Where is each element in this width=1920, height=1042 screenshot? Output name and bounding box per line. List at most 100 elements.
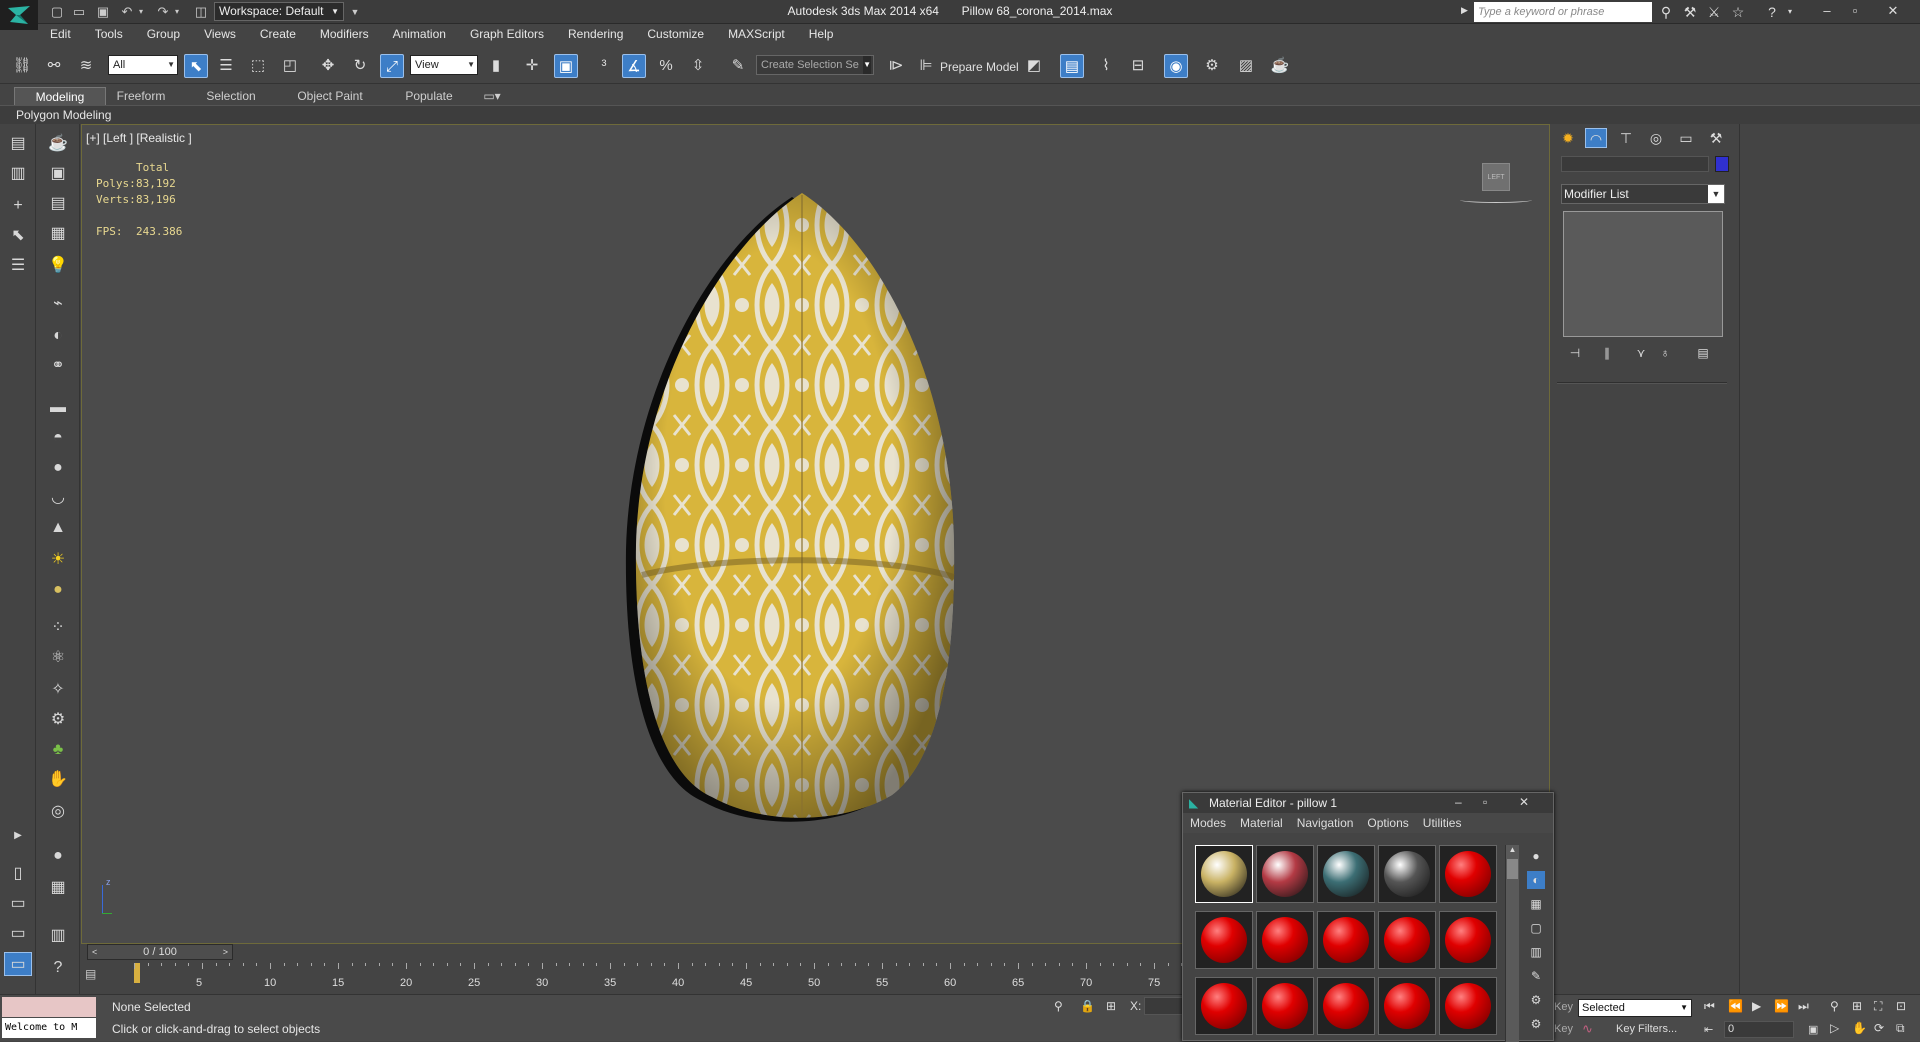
menu-item[interactable]: Customize [635, 24, 716, 45]
render-frame-icon[interactable]: ▣ [44, 162, 72, 186]
select-object-icon[interactable]: ⬉ [184, 54, 208, 78]
menu-item[interactable]: Tools [83, 24, 135, 45]
select-by-name-icon[interactable]: ☰ [214, 54, 238, 78]
bind-space-warp-icon[interactable]: ≋ [74, 54, 98, 78]
sphere-material-icon[interactable]: ● [44, 844, 72, 868]
menu-item[interactable]: Create [248, 24, 308, 45]
mat-menu-item[interactable]: Modes [1183, 813, 1233, 833]
communication-center-icon[interactable]: ⚔ [1704, 3, 1724, 21]
light-bulb-icon[interactable]: 💡 [44, 254, 72, 278]
menu-item[interactable]: Graph Editors [458, 24, 556, 45]
make-preview-icon[interactable]: ✎ [1527, 967, 1545, 985]
select-manipulate-icon[interactable]: ✛ [520, 54, 544, 78]
named-selection-sets-dropdown[interactable]: Create Selection Se ▼ [756, 55, 874, 75]
menu-item[interactable]: Views [192, 24, 248, 45]
show-end-result-icon[interactable]: ∥ [1597, 344, 1617, 362]
scene-explorer-icon[interactable]: ▤ [4, 132, 32, 156]
key-mode-dropdown[interactable]: Selected ▼ [1578, 999, 1692, 1017]
maximize-icon[interactable]: ▫ [1842, 2, 1868, 20]
material-slot-scrollbar[interactable]: ▲ [1505, 845, 1519, 1042]
backlight-icon[interactable]: ◐ [1527, 871, 1545, 889]
tab-object-paint[interactable]: Object Paint [288, 87, 372, 105]
help-circle-icon[interactable]: ? [44, 956, 72, 980]
mini-curve-editor-icon[interactable]: ▤ [85, 967, 103, 985]
options-icon[interactable]: ⚙ [1527, 991, 1545, 1009]
motion-panel-icon[interactable]: ◎ [1645, 128, 1667, 148]
percent-snap-icon[interactable]: % [654, 54, 678, 78]
configure-modifier-sets-icon[interactable]: ▤ [1693, 344, 1713, 362]
zoom-all-icon[interactable]: ⊞ [1852, 999, 1862, 1013]
material-slot[interactable] [1195, 977, 1253, 1035]
polygon-modeling-panel[interactable]: Polygon Modeling [16, 108, 111, 122]
orbit-icon[interactable]: ⟳ [1874, 1021, 1884, 1035]
material-slot[interactable] [1195, 845, 1253, 903]
search-expand-icon[interactable]: ▶ [1461, 5, 1468, 16]
create-plus-icon[interactable]: + [4, 194, 32, 218]
binoculars-search-icon[interactable]: ⚲ [1656, 3, 1676, 21]
scroll-up-icon[interactable]: ▲ [1506, 845, 1519, 857]
rectangular-selection-icon[interactable]: ⬚ [246, 54, 270, 78]
render-setup-icon[interactable]: ⚙ [1200, 54, 1224, 78]
make-unique-icon[interactable]: ⋎ [1631, 344, 1651, 362]
sample-uv-tiling-icon[interactable]: ▢ [1527, 919, 1545, 937]
material-editor-titlebar[interactable]: ◣ Material Editor - pillow 1 ‒ ▫ ✕ [1183, 793, 1553, 813]
keyboard-shortcut-override-icon[interactable]: ▣ [554, 54, 578, 78]
app-logo-button[interactable] [0, 0, 38, 30]
selection-lock-icon[interactable]: 🔒 [1080, 999, 1095, 1013]
mat-menu-item[interactable]: Navigation [1290, 813, 1361, 833]
tab-populate[interactable]: Populate [392, 87, 466, 105]
material-slot[interactable] [1256, 977, 1314, 1035]
mat-menu-item[interactable]: Material [1233, 813, 1290, 833]
menu-item[interactable]: Rendering [556, 24, 635, 45]
mat-menu-item[interactable]: Utilities [1416, 813, 1469, 833]
list-tool-icon[interactable]: ☰ [4, 254, 32, 278]
maximize-icon[interactable]: ▫ [1483, 795, 1487, 809]
material-slot[interactable] [1378, 911, 1436, 969]
ribbon-options-icon[interactable]: ▭▾ [480, 87, 504, 105]
selection-filter-dropdown[interactable]: All ▼ [108, 55, 178, 75]
material-slot[interactable] [1439, 977, 1497, 1035]
viewport-layout-2-icon[interactable]: ▭ [4, 892, 32, 916]
hand-icon[interactable]: ✋ [44, 768, 72, 792]
helper-icon[interactable]: ✧ [44, 678, 72, 702]
coord-x-field[interactable] [1144, 997, 1184, 1015]
sound-icon[interactable]: ◐ [44, 324, 72, 348]
material-slot[interactable] [1317, 845, 1375, 903]
maximize-viewport-icon[interactable]: ⧉ [1896, 1021, 1905, 1036]
pin-stack-icon[interactable]: ⊣ [1565, 344, 1585, 362]
open-file-icon[interactable]: ▭ [70, 3, 88, 21]
reference-coordinate-dropdown[interactable]: View ▼ [410, 55, 478, 75]
key-mode-toggle-icon[interactable]: ⇤ [1704, 1023, 1713, 1036]
create-panel-icon[interactable]: ✹ [1557, 128, 1579, 148]
material-slot[interactable] [1256, 911, 1314, 969]
pivot-center-icon[interactable]: ▮ [484, 54, 508, 78]
menu-item[interactable]: Help [797, 24, 846, 45]
minimize-icon[interactable]: ‒ [1455, 795, 1462, 809]
curve-editor-icon[interactable]: ⌇ [1094, 54, 1118, 78]
time-config-icon[interactable]: ▣ [1808, 1023, 1818, 1036]
expand-arrow-icon[interactable]: ▶ [4, 824, 32, 848]
tab-modeling[interactable]: Modeling [14, 87, 106, 105]
isolate-pin-icon[interactable]: ⚲ [1054, 999, 1063, 1013]
molecule-icon[interactable]: ⚛ [44, 646, 72, 670]
menu-item[interactable]: MAXScript [716, 24, 797, 45]
tab-freeform[interactable]: Freeform [106, 87, 176, 105]
undo-dropdown-icon[interactable]: ▾ [132, 3, 150, 21]
project-folder-icon[interactable]: ◫ [192, 3, 210, 21]
material-slot[interactable] [1317, 977, 1375, 1035]
subscription-icon[interactable]: ⚒ [1680, 3, 1700, 21]
pillow-model[interactable] [562, 185, 1042, 835]
gold-sphere-icon[interactable]: ● [44, 578, 72, 602]
modifier-stack[interactable] [1563, 211, 1723, 337]
teapot-icon[interactable]: ☕ [44, 132, 72, 156]
zoom-extents-icon[interactable]: ⛶ [1874, 999, 1882, 1014]
angle-snap-icon[interactable]: ∡ [622, 54, 646, 78]
tab-selection[interactable]: Selection [196, 87, 266, 105]
schematic-view-icon[interactable]: ⊟ [1126, 54, 1150, 78]
viewcube[interactable]: LEFT [1482, 163, 1510, 191]
absolute-mode-icon[interactable]: ⊞ [1106, 999, 1116, 1013]
menu-item[interactable]: Modifiers [308, 24, 381, 45]
track-bar[interactable]: ▤ 5 10 15 20 25 30 35 40 45 50 55 60 65 70 75 [81, 963, 1210, 995]
spinner-snap-icon[interactable]: ⇳ [686, 54, 710, 78]
previous-frame-icon[interactable]: ⏪ [1728, 999, 1743, 1013]
